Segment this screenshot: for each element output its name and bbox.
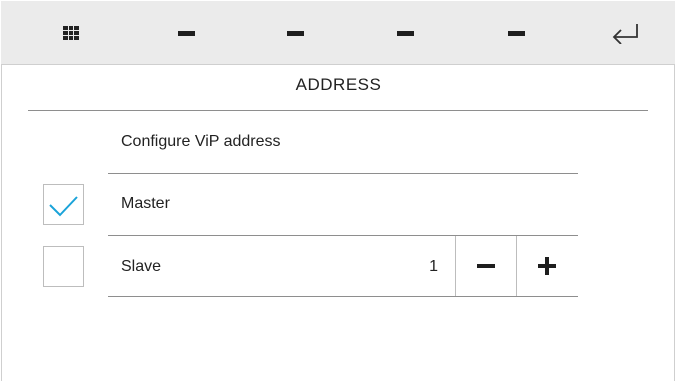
dash-icon <box>177 30 195 36</box>
slave-checkbox[interactable] <box>43 246 84 287</box>
toolbar-slot-3[interactable] <box>375 1 435 65</box>
dash-icon <box>286 30 304 36</box>
enter-return-icon <box>612 24 638 44</box>
decrement-button[interactable] <box>456 237 516 295</box>
dash-icon <box>507 30 525 36</box>
dash-icon <box>396 30 414 36</box>
toolbar-slot-2[interactable] <box>265 1 325 65</box>
toolbar-slot-1[interactable] <box>156 1 216 65</box>
slave-address-value: 1 <box>429 258 438 275</box>
minus-icon <box>477 264 495 268</box>
row-divider <box>108 296 578 297</box>
menu-button[interactable] <box>41 1 101 65</box>
plus-icon <box>538 257 556 275</box>
top-toolbar <box>1 1 675 65</box>
master-option-label[interactable]: Master <box>121 195 170 213</box>
back-button[interactable] <box>595 1 655 65</box>
section-label: Configure ViP address <box>121 133 281 150</box>
increment-button[interactable] <box>517 237 577 295</box>
slave-option-label[interactable]: Slave <box>121 258 161 276</box>
master-checkbox[interactable] <box>43 184 84 225</box>
page-title: ADDRESS <box>295 75 382 94</box>
checkmark-icon <box>49 196 78 217</box>
grid-icon <box>63 26 79 40</box>
title-divider <box>28 110 648 111</box>
row-divider <box>108 235 578 236</box>
toolbar-slot-4[interactable] <box>486 1 546 65</box>
row-divider <box>108 173 578 174</box>
